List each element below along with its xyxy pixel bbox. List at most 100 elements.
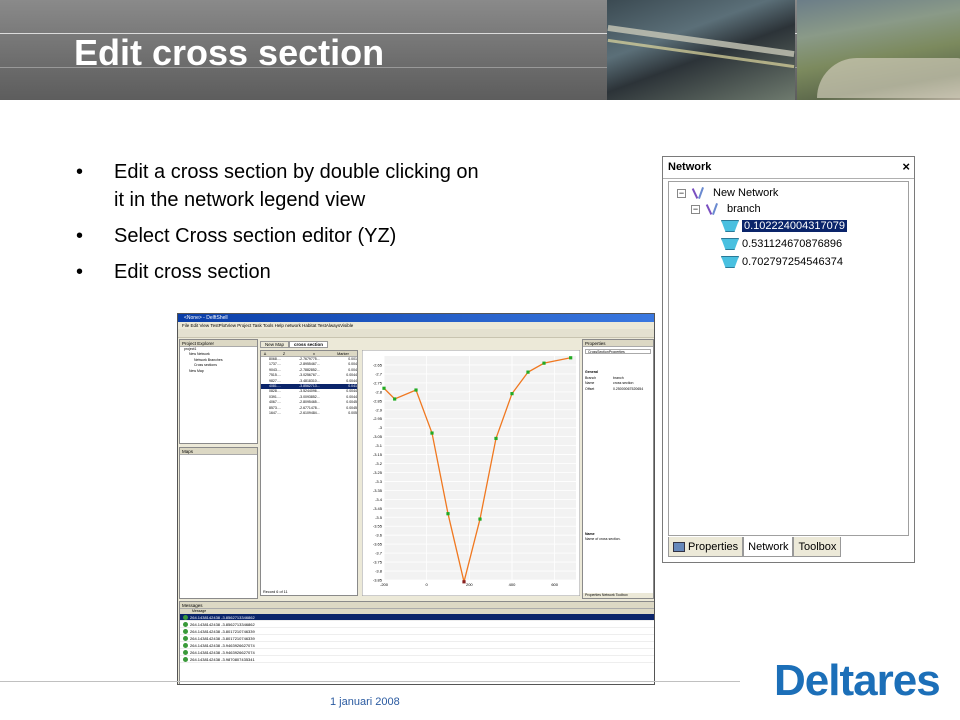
table-cell[interactable]: -2.6109484...	[299, 411, 329, 416]
column-header[interactable]: Marker	[329, 351, 357, 356]
x-tick-label: -200	[380, 582, 389, 587]
cross-section-icon	[721, 238, 739, 250]
data-point[interactable]	[478, 517, 482, 521]
message-row[interactable]: 264.1438142438 -3.8017210746339	[180, 628, 654, 636]
app-window-title: <None> - DelftShell	[178, 314, 654, 322]
data-point[interactable]	[526, 370, 530, 374]
bullet-item: Select Cross section editor (YZ)	[74, 222, 494, 250]
data-point[interactable]	[382, 386, 386, 390]
y-tick-label: -3.35	[373, 488, 383, 493]
y-tick-label: -3.5	[375, 515, 383, 520]
y-tick-label: -2.85	[373, 398, 383, 403]
properties-grid: Branch branch Name cross section Offset 0.250…	[583, 376, 653, 392]
tab-new-map[interactable]: New Map	[260, 341, 290, 348]
tree-item-cross-section[interactable]: 0.702797254546374	[721, 254, 843, 270]
message-row[interactable]: 264.1438142438 -3.9463926627074	[180, 649, 654, 657]
y-tick-label: -3.2	[375, 461, 383, 466]
data-point[interactable]	[542, 361, 546, 365]
cross-section-table: Δ Z x Marker 8068.... -2.7679775... 0.001 1…	[260, 350, 358, 596]
table-row[interactable]: 1647.... -2.6109484... 0.005	[261, 411, 357, 416]
y-tick-label: -3.75	[373, 560, 383, 565]
pane-header: Messages	[180, 602, 654, 609]
app-screenshot: <None> - DelftShell File Edit View TestP…	[177, 313, 655, 685]
bridge-photo	[607, 0, 795, 100]
properties-tabs[interactable]: Properties Network Toolbox	[583, 592, 653, 598]
bullet-list: Edit a cross section by double clicking …	[74, 158, 494, 294]
tree-item-cross-section[interactable]: 0.102224004317079	[721, 218, 847, 234]
data-point[interactable]	[446, 512, 450, 516]
y-tick-label: -3.4	[375, 497, 383, 502]
description-text: Name of cross section.	[585, 537, 621, 542]
column-header[interactable]: x	[299, 351, 329, 356]
collapse-icon[interactable]: −	[677, 188, 686, 198]
column-header[interactable]: Δ	[261, 351, 269, 356]
footer-rule	[0, 681, 740, 682]
close-icon[interactable]: ×	[902, 159, 910, 174]
network-tree: − New Network − branch 0.102224004317079…	[668, 181, 909, 536]
collapse-icon[interactable]: −	[691, 204, 700, 214]
property-value[interactable]: 0.25000067520654	[613, 387, 643, 392]
app-menu-bar[interactable]: File Edit View TestPlotView Project Task…	[178, 322, 654, 329]
tab-network[interactable]: Network	[743, 537, 794, 557]
data-point[interactable]	[414, 388, 418, 392]
tree-item-label: 0.102224004317079	[742, 220, 847, 232]
table-cell[interactable]: 0.005	[329, 411, 357, 416]
y-tick-label: -3.65	[373, 542, 383, 547]
message-row[interactable]: 264.1438142438 -3.8562713346862	[180, 614, 654, 622]
messages-pane: Messages Message 264.1438142438 -3.85627…	[179, 601, 654, 684]
tree-item-cross-section[interactable]: 0.531124670876896	[721, 236, 842, 252]
y-tick-label: -2.8	[375, 389, 383, 394]
tab-properties[interactable]: Properties	[668, 537, 744, 557]
table-body: 8068.... -2.7679775... 0.001 1737.... -2.895…	[261, 357, 357, 416]
panel-tabs: Properties Network Toolbox	[668, 537, 842, 557]
y-tick-label: -2.95	[373, 416, 383, 421]
y-tick-label: -3.8	[375, 569, 383, 574]
data-point[interactable]	[393, 397, 397, 401]
cross-section-chart[interactable]: -2.65-2.7-2.75-2.8-2.85-2.9-2.95-3-3.05-…	[362, 350, 580, 596]
row-marker-cell	[261, 411, 269, 416]
data-point[interactable]	[494, 436, 498, 441]
tree-item-label: branch	[727, 203, 761, 215]
tab-toolbox[interactable]: Toolbox	[793, 537, 842, 557]
data-point[interactable]	[510, 392, 514, 396]
y-tick-label: -3.6	[375, 533, 383, 538]
plot-area	[384, 356, 576, 580]
deltares-logo: Deltares	[774, 656, 941, 705]
bullet-item: Edit cross section	[74, 258, 494, 286]
tree-item-label: 0.531124670876896	[742, 238, 843, 250]
property-row[interactable]: Offset 0.25000067520654	[583, 387, 653, 392]
column-header[interactable]: Z	[269, 351, 299, 356]
tree-node[interactable]: New Map	[180, 369, 257, 374]
document-tabs: New Map cross section	[260, 341, 329, 348]
tab-cross-section[interactable]: cross section	[289, 341, 329, 348]
y-tick-label: -3.3	[375, 479, 383, 484]
network-panel-title: Network ×	[663, 157, 914, 179]
data-point[interactable]	[462, 580, 466, 584]
tree-item-branch[interactable]: − branch	[691, 201, 761, 217]
property-name: Offset	[585, 386, 595, 391]
maps-pane: Maps	[179, 447, 258, 599]
x-tick-label: 200	[466, 582, 473, 587]
project-explorer-pane: Project Explorer project1 New Network Ne…	[179, 339, 258, 444]
data-point[interactable]	[569, 356, 573, 360]
cross-section-icon	[721, 256, 739, 268]
message-row[interactable]: 264.1438142438 -3.8017210746339	[180, 635, 654, 643]
message-row[interactable]: 264.1438142438 -3.9870807435341	[180, 656, 654, 664]
message-row[interactable]: 264.1438142438 -3.9463926627074	[180, 642, 654, 650]
y-tick-label: -3.15	[373, 452, 383, 457]
properties-type-select[interactable]: CrossSectionProperties	[585, 349, 651, 355]
y-tick-label: -3.7	[375, 551, 383, 556]
y-tick-label: -3.1	[375, 443, 383, 448]
aerial-photo	[797, 0, 960, 100]
tree-item-network[interactable]: − New Network	[677, 185, 778, 201]
tab-label: Network	[748, 540, 789, 553]
network-icon	[690, 186, 710, 200]
data-point[interactable]	[430, 431, 434, 435]
tab-label: Toolbox	[798, 540, 837, 553]
message-row[interactable]: 264.1438142438 -3.8562713346862	[180, 621, 654, 629]
tree-item-label: 0.702797254546374	[742, 256, 843, 268]
y-tick-label: -3.05	[373, 434, 383, 439]
table-cell[interactable]: 1647....	[269, 411, 299, 416]
app-toolbar[interactable]	[178, 329, 654, 338]
record-navigator[interactable]: Record 6 of 11	[263, 590, 288, 594]
